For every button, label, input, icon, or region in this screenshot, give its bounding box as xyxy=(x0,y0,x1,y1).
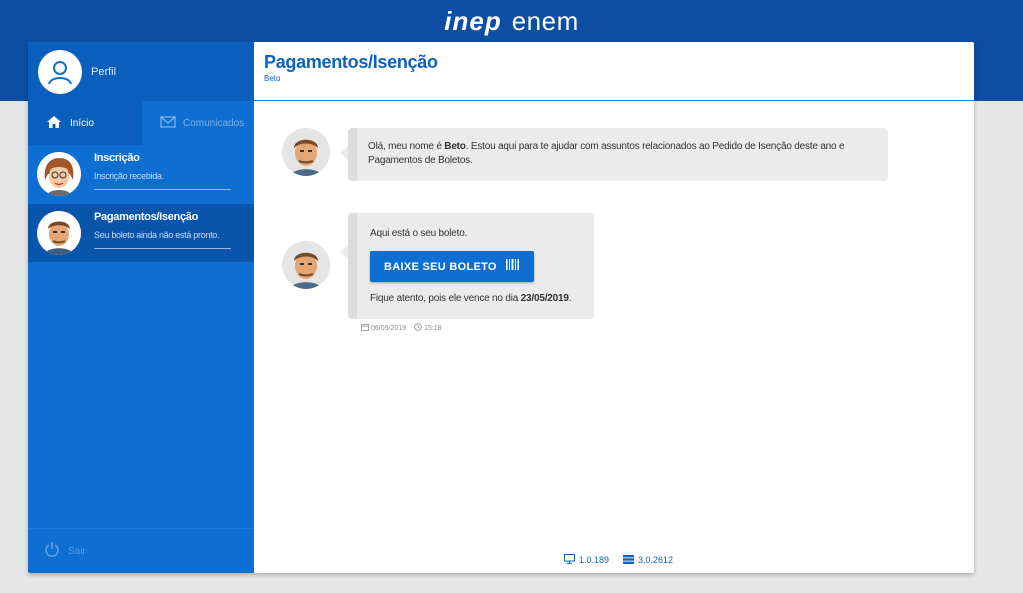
server-icon xyxy=(623,554,635,566)
app-window: Perfil Início Comunicados Inscrição Insc… xyxy=(28,42,974,573)
inep-enem-logo: inep enem xyxy=(0,6,1023,37)
conversation-title: Pagamentos/Isenção xyxy=(94,211,199,223)
chat-message: Olá, meu nome é Beto. Estou aqui para te… xyxy=(282,128,888,181)
beto-avatar xyxy=(282,128,330,176)
conversation-divider xyxy=(94,248,231,249)
sidebar: Perfil Início Comunicados Inscrição Insc… xyxy=(28,42,254,573)
profile-label: Perfil xyxy=(91,65,117,78)
message-meta: 06/05/2019 15:18 xyxy=(361,323,442,333)
tab-inicio-label: Início xyxy=(70,117,94,129)
message-time: 15:18 xyxy=(424,324,442,332)
user-icon xyxy=(38,49,82,94)
power-icon xyxy=(44,541,60,562)
chat-panel: Pagamentos/Isenção Beto Olá, meu nome é … xyxy=(254,42,974,573)
version-info: 1.0.189 3.0.2612 xyxy=(564,554,673,566)
conversation-divider xyxy=(94,189,231,190)
download-boleto-label: BAIXE SEU BOLETO xyxy=(384,260,497,273)
conversation-pagamentos[interactable]: Pagamentos/Isenção Seu boleto ainda não … xyxy=(28,204,254,262)
inep-logo-text: inep xyxy=(444,6,502,36)
message-text: Aqui está o seu boleto. xyxy=(370,228,468,239)
message-bubble: Olá, meu nome é Beto. Estou aqui para te… xyxy=(340,128,888,181)
conversation-inscricao[interactable]: Inscrição Inscrição recebida. xyxy=(28,145,254,203)
calendar-icon xyxy=(361,323,369,333)
tab-inicio[interactable]: Início xyxy=(28,101,142,145)
logout-button[interactable]: Sair xyxy=(28,528,254,573)
conversation-subtitle: Seu boleto ainda não está pronto. xyxy=(94,230,220,240)
message-bubble: Aqui está o seu boleto. BAIXE SEU BOLETO… xyxy=(340,213,594,319)
conversation-subtitle: Inscrição recebida. xyxy=(94,171,164,181)
bubble-accent xyxy=(348,213,357,319)
profile-button[interactable]: Perfil xyxy=(28,42,254,101)
tab-comunicados[interactable]: Comunicados xyxy=(142,101,254,145)
bubble-accent xyxy=(348,128,357,181)
page-title: Pagamentos/Isenção xyxy=(264,52,438,72)
attendant-avatar xyxy=(37,152,81,196)
due-date-text: Fique atento, pois ele vence no dia 23/0… xyxy=(370,292,582,306)
due-date: 23/05/2019 xyxy=(520,293,569,304)
due-text-end: . xyxy=(568,293,572,304)
message-text: Olá, meu nome é xyxy=(368,141,445,152)
beto-avatar xyxy=(37,211,81,255)
page-subtitle: Beto xyxy=(264,74,281,83)
home-icon xyxy=(46,115,62,132)
message-date: 06/05/2019 xyxy=(371,324,407,332)
chat-header: Pagamentos/Isenção Beto xyxy=(254,42,974,101)
bot-name: Beto xyxy=(444,141,466,152)
backend-version: 3.0.2612 xyxy=(638,555,674,565)
barcode-icon xyxy=(505,259,520,274)
sidebar-tabs: Início Comunicados xyxy=(28,101,254,145)
conversation-title: Inscrição xyxy=(94,152,140,164)
chat-message: Aqui está o seu boleto. BAIXE SEU BOLETO… xyxy=(282,213,594,319)
envelope-icon xyxy=(160,115,176,131)
tab-comunicados-label: Comunicados xyxy=(183,117,245,129)
enem-logo-text: enem xyxy=(511,6,579,36)
monitor-icon xyxy=(564,554,575,566)
frontend-version: 1.0.189 xyxy=(579,555,610,565)
due-text: Fique atento, pois ele vence no dia xyxy=(370,293,521,304)
beto-avatar xyxy=(282,241,330,289)
clock-icon xyxy=(414,323,422,333)
logout-label: Sair xyxy=(68,545,86,557)
download-boleto-button[interactable]: BAIXE SEU BOLETO xyxy=(370,251,534,282)
